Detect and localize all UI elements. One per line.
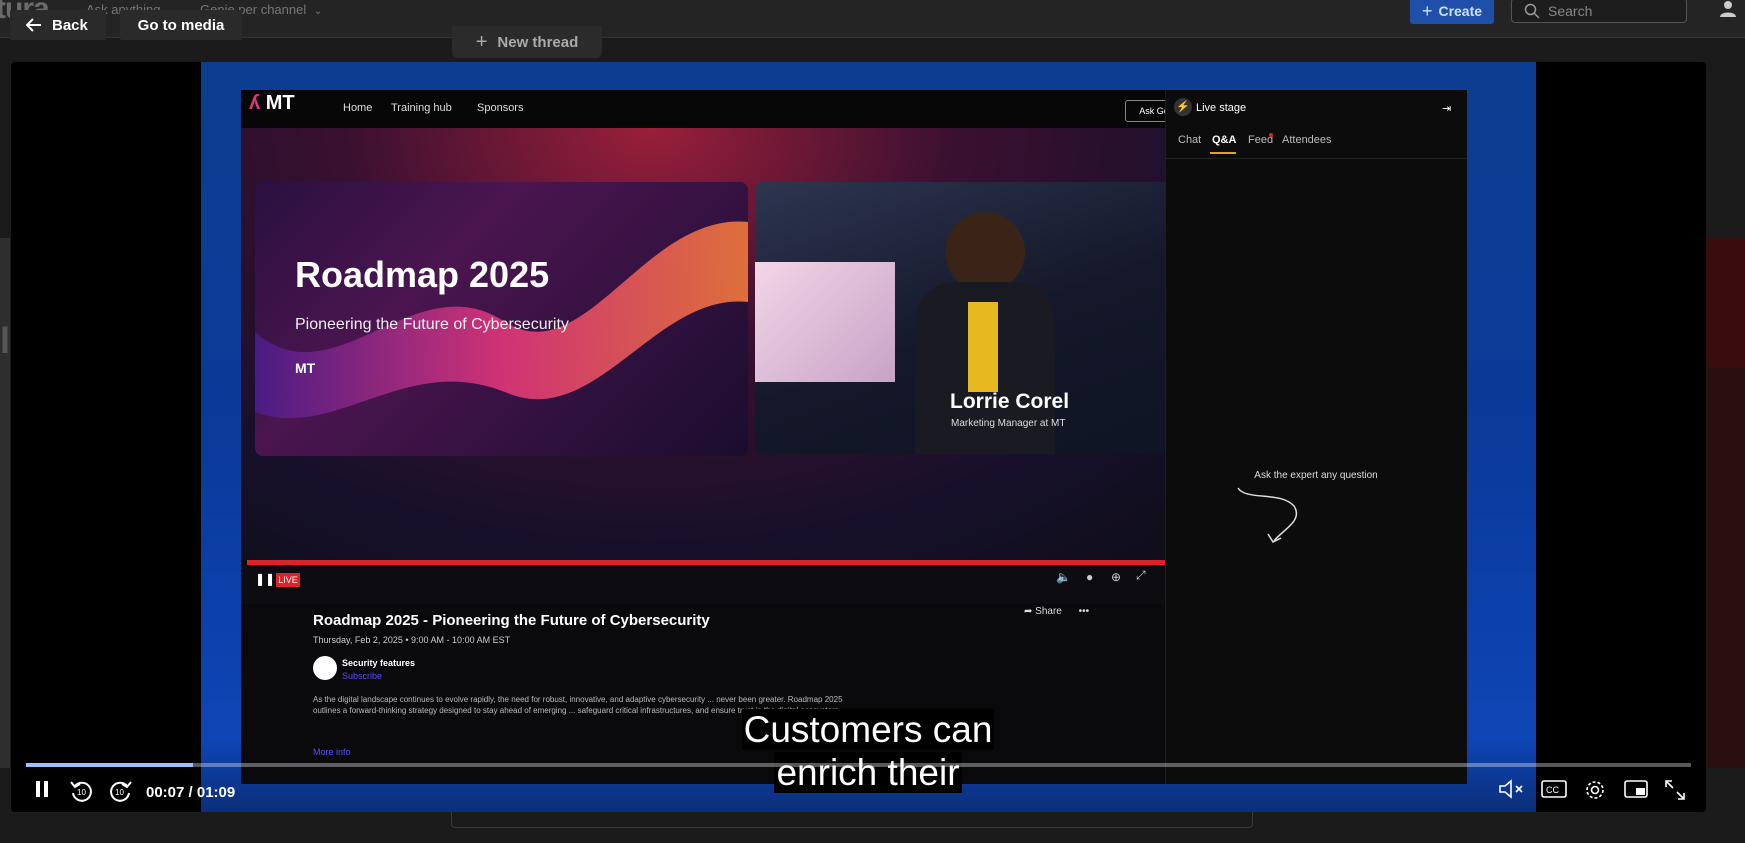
slide-subtitle: Pioneering the Future of Cybersecurity: [295, 316, 569, 333]
create-button[interactable]: + Create: [1410, 0, 1494, 24]
search-input[interactable]: Search: [1511, 0, 1687, 23]
more-info-link: More info: [313, 747, 351, 757]
forward-10-button[interactable]: 10: [107, 778, 133, 809]
time-display: 00:07 / 01:09: [146, 784, 236, 801]
slide-brand: MT: [295, 360, 316, 376]
forward-10-icon: 10: [110, 781, 132, 802]
event-date: Thursday, Feb 2, 2025 • 9:00 AM - 10:00 …: [313, 635, 511, 645]
host-name: Security features: [342, 658, 416, 668]
volume-muted-icon: [1499, 779, 1523, 799]
right-background-panel: [1706, 368, 1745, 768]
video-screen-content: ʎ MT Home Training hub Sponsors Ask Geni…: [241, 90, 1467, 784]
host-subscribe: Subscribe: [342, 671, 383, 681]
cc-icon: CC: [1541, 780, 1567, 798]
new-thread-button[interactable]: + New thread: [452, 26, 602, 58]
new-thread-label: New thread: [497, 33, 579, 51]
speaker-name: Lorrie Corel: [950, 390, 1070, 413]
caption-line-2: enrich their: [774, 752, 962, 793]
tab-attendees: Attendees: [1282, 134, 1332, 146]
fullscreen-button[interactable]: [1663, 778, 1687, 807]
gear-icon: [1586, 781, 1604, 799]
site-nav-sponsors: Sponsors: [477, 102, 524, 114]
pause-button[interactable]: [31, 778, 53, 805]
more-icon: •••: [1078, 606, 1090, 617]
video-caption: Customers can enrich their: [733, 708, 1003, 794]
ask-expert-prompt: Ask the expert any question: [1254, 470, 1378, 481]
inner-progress-bar: [247, 560, 1252, 565]
tab-divider: [1166, 158, 1467, 159]
svg-text:10: 10: [115, 788, 124, 797]
chevron-down-icon: ⌄: [313, 6, 323, 17]
share-link: ➦ Share •••: [1024, 606, 1089, 617]
live-badge: LIVE: [276, 573, 300, 587]
background-screen: [755, 262, 895, 382]
feed-notification-dot: [1269, 133, 1273, 137]
tab-qa: Q&A: [1212, 134, 1237, 146]
arrow-left-icon: [26, 18, 41, 32]
speaker-head: [945, 212, 1025, 292]
svg-text:10: 10: [77, 788, 86, 797]
collapse-panel-icon: ⇥: [1442, 103, 1452, 115]
site-logo-text: MT: [265, 92, 295, 114]
rewind-10-button[interactable]: 10: [69, 778, 95, 809]
settings-button[interactable]: [1583, 778, 1607, 807]
inner-cc-icon: ●: [1086, 570, 1094, 584]
create-label: Create: [1438, 3, 1483, 19]
share-label: Share: [1035, 606, 1062, 617]
share-icon: ➦: [1024, 606, 1033, 617]
bottom-input-outline: [451, 812, 1253, 828]
video-frame: ʎ MT Home Training hub Sponsors Ask Geni…: [201, 62, 1536, 812]
site-nav-training-hub: Training hub: [391, 102, 452, 114]
inner-settings-icon: ⊕: [1111, 570, 1122, 584]
inner-volume-icon: 🔈: [1056, 570, 1071, 584]
left-ghost-text: l: [0, 320, 11, 361]
user-icon[interactable]: [1718, 0, 1738, 23]
picture-in-picture-button[interactable]: [1623, 778, 1649, 805]
live-stage-title: Live stage: [1196, 102, 1247, 114]
curly-arrow-icon: [1237, 487, 1298, 543]
lightning-icon: ⚡: [1174, 98, 1192, 116]
plus-icon: +: [475, 30, 488, 53]
search-placeholder: Search: [1548, 2, 1593, 19]
host-avatar: [313, 656, 337, 680]
seek-bar[interactable]: [26, 763, 1691, 767]
mute-button[interactable]: [1497, 778, 1525, 805]
fullscreen-icon: [1665, 780, 1685, 800]
live-stage-panel: ⚡ Live stage ⇥ Chat Q&A Feed Attendees A…: [1165, 90, 1467, 784]
tab-chat: Chat: [1178, 134, 1202, 146]
svg-text:CC: CC: [1546, 785, 1559, 795]
slide-title: Roadmap 2025: [295, 254, 550, 295]
pause-icon: [36, 781, 48, 797]
search-icon: [1524, 3, 1540, 19]
video-player[interactable]: ʎ MT Home Training hub Sponsors Ask Geni…: [11, 62, 1706, 812]
active-tab-indicator: [1210, 152, 1236, 154]
go-to-media-button[interactable]: Go to media: [120, 10, 242, 40]
m-logo-icon: ʎ: [249, 92, 261, 114]
rewind-10-icon: 10: [70, 781, 92, 802]
speaker-role: Marketing Manager at MT: [951, 418, 1066, 429]
inner-pause-icon: ❚❚: [255, 572, 276, 586]
back-label: Back: [52, 16, 88, 34]
presentation-slide: Roadmap 2025 Pioneering the Future of Cy…: [255, 182, 748, 456]
inner-fullscreen-icon: ⤢: [1136, 568, 1146, 582]
plus-icon: +: [1421, 0, 1433, 21]
back-button[interactable]: Back: [10, 10, 106, 40]
seek-bar-progress: [26, 763, 193, 767]
pip-icon: [1624, 780, 1648, 798]
left-background-panel: [0, 238, 10, 768]
event-title: Roadmap 2025 - Pioneering the Future of …: [313, 612, 710, 629]
captions-button[interactable]: CC: [1540, 778, 1568, 805]
site-logo: ʎ MT: [249, 92, 295, 115]
speaker-shirt: [968, 302, 998, 392]
right-background-banner: [1706, 238, 1745, 368]
caption-line-1: Customers can: [741, 709, 995, 750]
site-nav-home: Home: [343, 102, 373, 114]
